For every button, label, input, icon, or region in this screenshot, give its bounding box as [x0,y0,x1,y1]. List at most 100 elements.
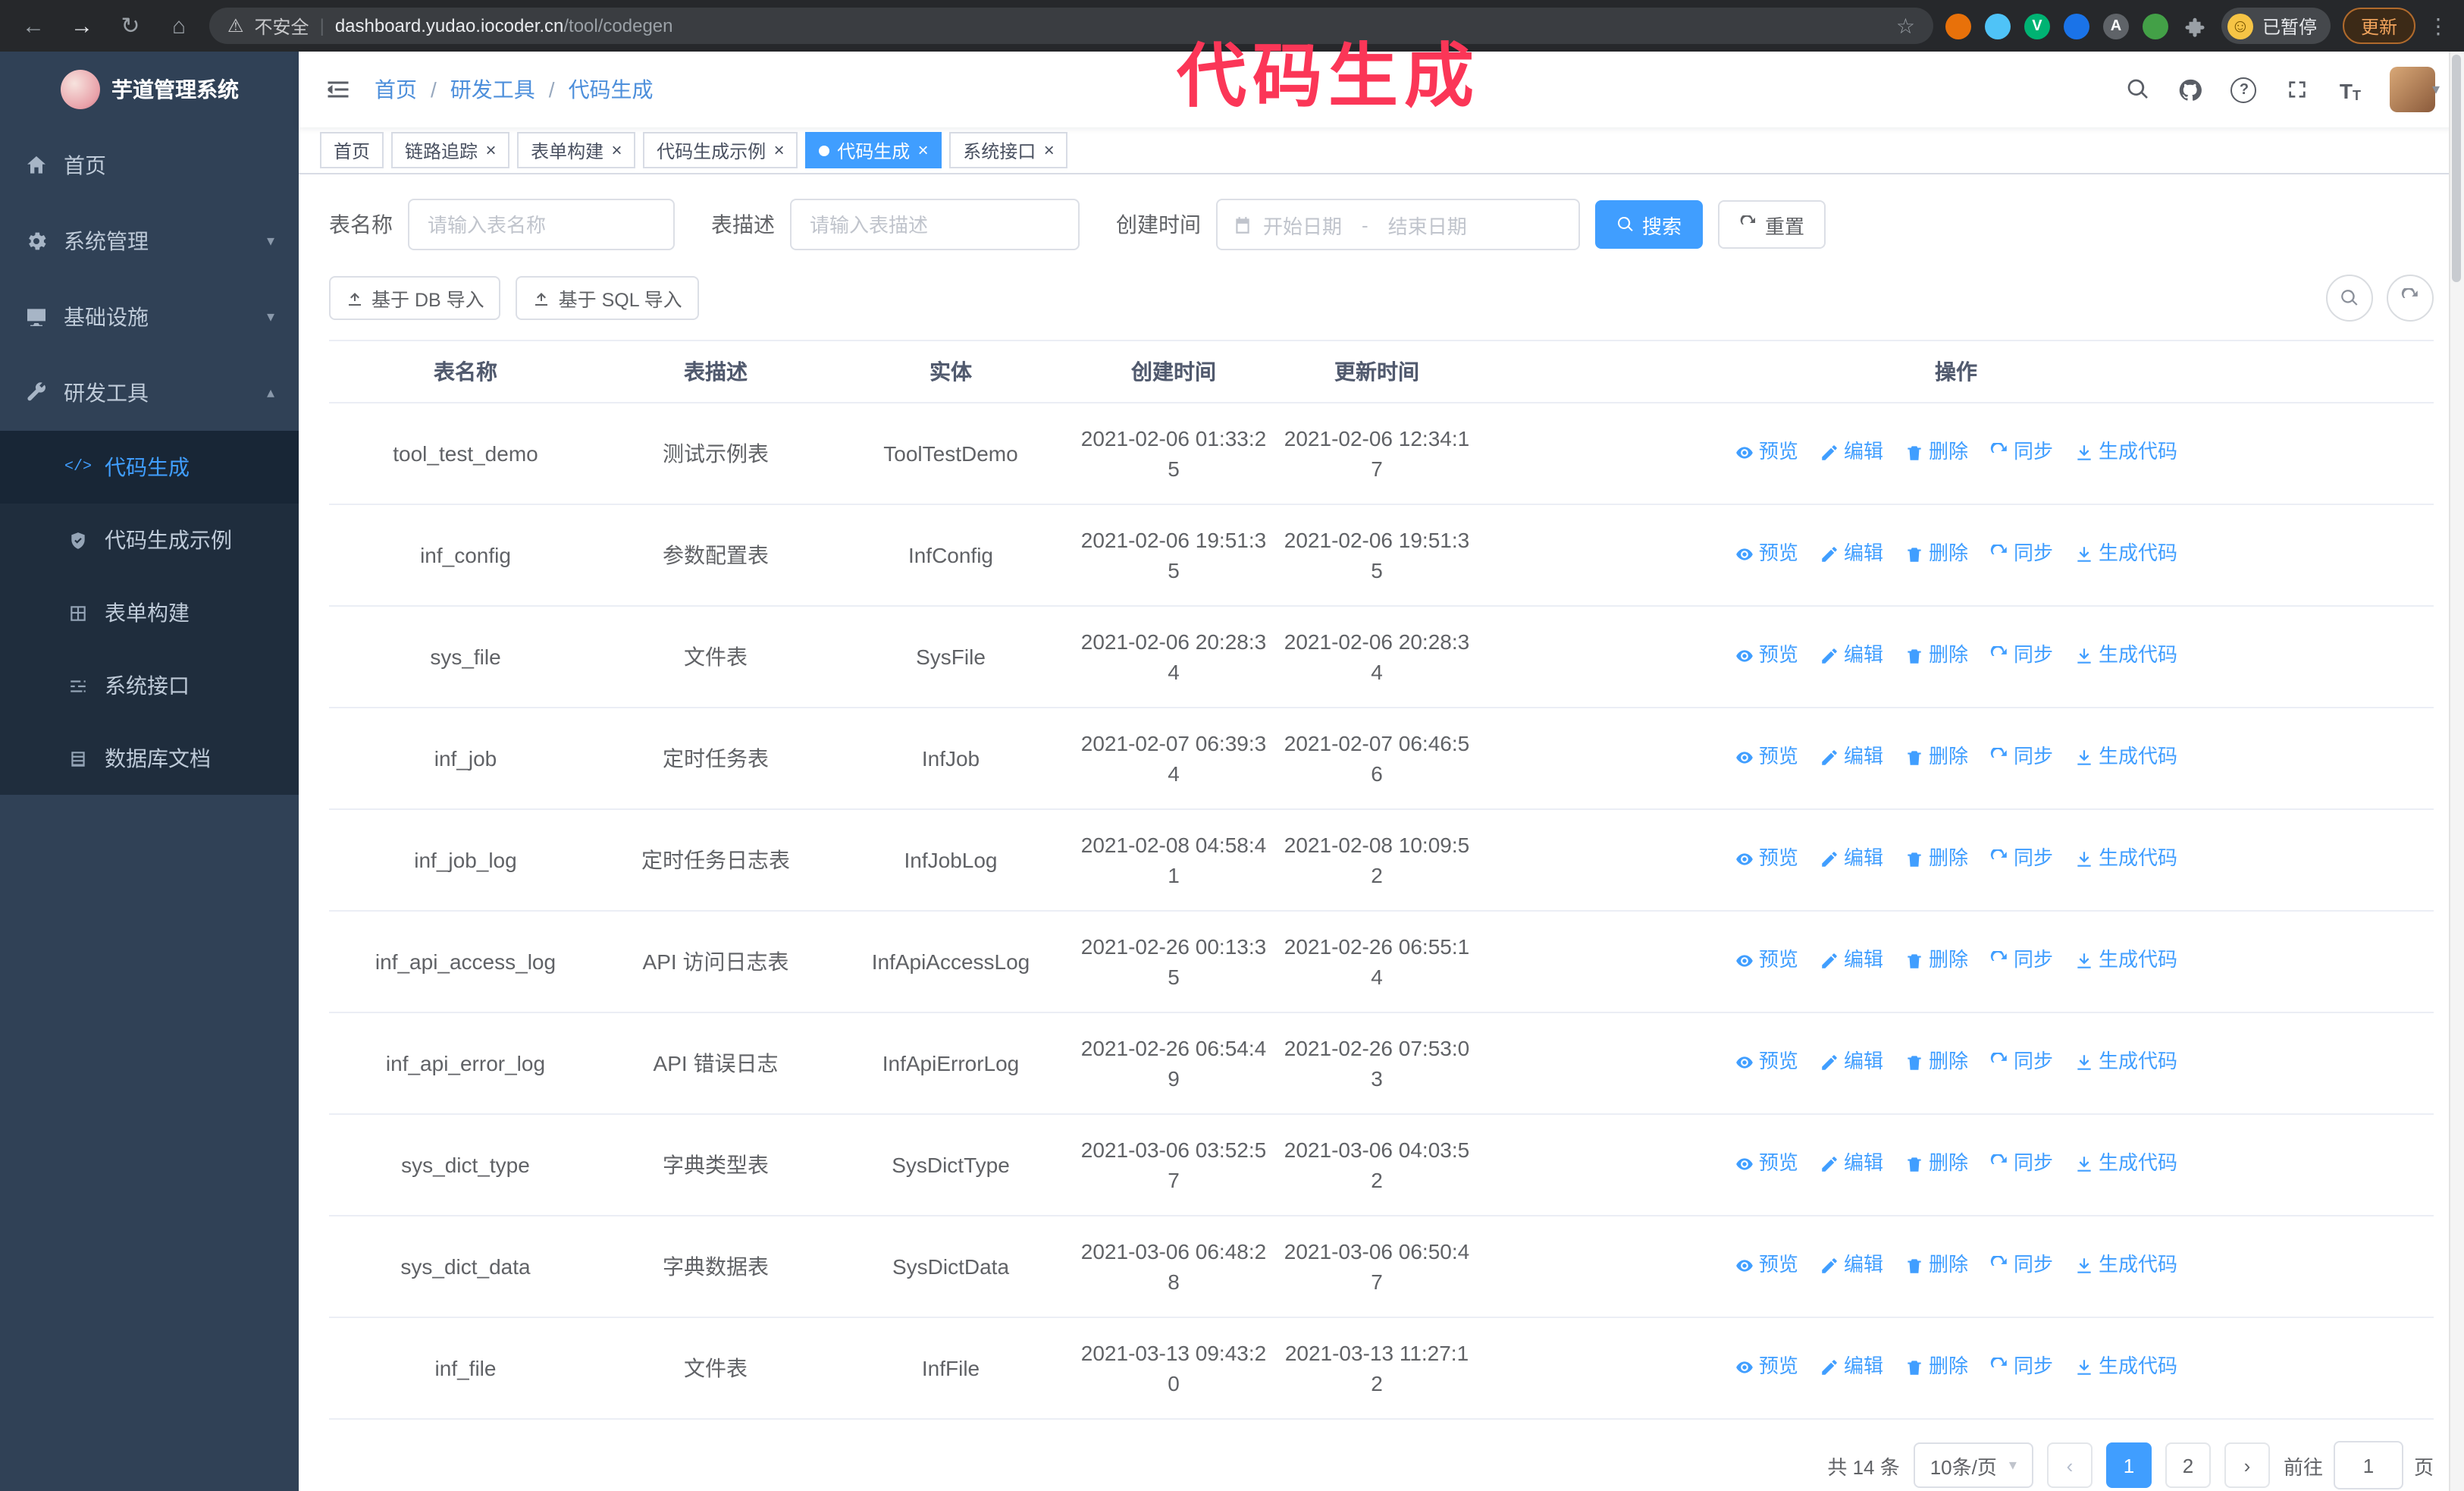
preview-action-link[interactable]: 预览 [1735,1352,1798,1383]
hamburger-icon[interactable] [323,74,353,105]
refresh-table-button[interactable] [2387,275,2434,322]
sidebar-item-codegen-example[interactable]: 代码生成示例 [0,504,299,576]
tab-close-icon[interactable]: × [611,141,622,159]
tab-close-icon[interactable]: × [773,141,784,159]
preview-action-link[interactable]: 预览 [1735,438,1798,468]
browser-home-button[interactable]: ⌂ [161,8,197,44]
preview-action-link[interactable]: 预览 [1735,742,1798,773]
preview-action-link[interactable]: 预览 [1735,1047,1798,1078]
page-button-2[interactable]: 2 [2165,1442,2211,1488]
sync-action-link[interactable]: 同步 [1989,1047,2053,1078]
sync-action-link[interactable]: 同步 [1989,742,2053,773]
address-bar[interactable]: ⚠ 不安全 | dashboard.yudao.iocoder.cn/tool/… [209,8,1933,44]
browser-update-button[interactable]: 更新 [2342,8,2415,44]
sidebar-item-infra[interactable]: 基础设施 ▾ [0,279,299,355]
page-scrollbar[interactable] [2449,52,2464,1491]
delete-action-link[interactable]: 删除 [1904,742,1968,773]
fullscreen-icon[interactable] [2284,76,2311,103]
date-range-picker[interactable]: 开始日期 - 结束日期 [1216,199,1580,250]
preview-action-link[interactable]: 预览 [1735,641,1798,671]
edit-action-link[interactable]: 编辑 [1820,1352,1883,1383]
help-icon[interactable]: ? [2230,76,2258,103]
sidebar-item-system[interactable]: 系统管理 ▾ [0,203,299,279]
preview-action-link[interactable]: 预览 [1735,1149,1798,1179]
sync-action-link[interactable]: 同步 [1989,1352,2053,1383]
browser-profile-chip[interactable]: ☺ 已暂停 [2221,8,2331,44]
tab-代码生成[interactable]: 代码生成 × [805,132,942,168]
logo[interactable]: 芋道管理系统 [0,52,299,127]
table-desc-input[interactable] [790,199,1080,250]
generate-action-link[interactable]: 生成代码 [2074,1352,2177,1383]
user-menu[interactable]: ▾ [2389,67,2440,112]
preview-action-link[interactable]: 预览 [1735,946,1798,976]
sync-action-link[interactable]: 同步 [1989,1149,2053,1179]
browser-refresh-button[interactable]: ↻ [112,8,149,44]
tab-close-icon[interactable]: × [917,141,928,159]
delete-action-link[interactable]: 删除 [1904,438,1968,468]
puzzle-extensions-icon[interactable] [2182,12,2209,39]
generate-action-link[interactable]: 生成代码 [2074,1251,2177,1281]
next-page-button[interactable]: › [2224,1442,2270,1488]
edit-action-link[interactable]: 编辑 [1820,742,1883,773]
search-icon[interactable] [2124,76,2152,103]
tab-系统接口[interactable]: 系统接口 × [949,132,1068,168]
edit-action-link[interactable]: 编辑 [1820,438,1883,468]
search-button[interactable]: 搜索 [1595,200,1704,249]
table-name-input[interactable] [408,199,675,250]
goto-page-input[interactable] [2333,1441,2403,1489]
tab-首页[interactable]: 首页 [320,132,384,168]
tab-链路追踪[interactable]: 链路追踪 × [391,132,510,168]
generate-action-link[interactable]: 生成代码 [2074,1149,2177,1179]
delete-action-link[interactable]: 删除 [1904,539,1968,570]
tab-close-icon[interactable]: × [1043,141,1054,159]
bookmark-star-icon[interactable]: ☆ [1896,13,1915,39]
preview-action-link[interactable]: 预览 [1735,539,1798,570]
sync-action-link[interactable]: 同步 [1989,641,2053,671]
generate-action-link[interactable]: 生成代码 [2074,539,2177,570]
extension-icon[interactable]: A [2102,13,2129,39]
sidebar-item-form-builder[interactable]: 表单构建 [0,576,299,649]
generate-action-link[interactable]: 生成代码 [2074,946,2177,976]
hide-search-button[interactable] [2326,275,2373,322]
sidebar-item-devtools[interactable]: 研发工具 ▴ [0,355,299,431]
extension-icon[interactable] [1984,13,2011,39]
sync-action-link[interactable]: 同步 [1989,1251,2053,1281]
font-size-icon[interactable]: TT [2337,76,2364,103]
delete-action-link[interactable]: 删除 [1904,641,1968,671]
page-button-1[interactable]: 1 [2105,1442,2152,1488]
tab-close-icon[interactable]: × [485,141,496,159]
delete-action-link[interactable]: 删除 [1904,946,1968,976]
scrollbar-thumb[interactable] [2452,55,2461,282]
browser-back-button[interactable]: ← [15,8,52,44]
preview-action-link[interactable]: 预览 [1735,1251,1798,1281]
sidebar-item-api[interactable]: 系统接口 [0,649,299,722]
sync-action-link[interactable]: 同步 [1989,438,2053,468]
extension-icon[interactable] [2142,13,2168,39]
github-icon[interactable] [2177,76,2205,103]
delete-action-link[interactable]: 删除 [1904,844,1968,874]
edit-action-link[interactable]: 编辑 [1820,1047,1883,1078]
page-size-select[interactable]: 10条/页 ▾ [1913,1442,2033,1488]
edit-action-link[interactable]: 编辑 [1820,1251,1883,1281]
delete-action-link[interactable]: 删除 [1904,1251,1968,1281]
sidebar-item-db-doc[interactable]: 数据库文档 [0,722,299,795]
generate-action-link[interactable]: 生成代码 [2074,1047,2177,1078]
edit-action-link[interactable]: 编辑 [1820,844,1883,874]
delete-action-link[interactable]: 删除 [1904,1149,1968,1179]
delete-action-link[interactable]: 删除 [1904,1047,1968,1078]
sidebar-item-codegen[interactable]: </> 代码生成 [0,431,299,504]
generate-action-link[interactable]: 生成代码 [2074,438,2177,468]
generate-action-link[interactable]: 生成代码 [2074,742,2177,773]
delete-action-link[interactable]: 删除 [1904,1352,1968,1383]
extension-icon[interactable]: V [2024,13,2050,39]
tab-代码生成示例[interactable]: 代码生成示例 × [643,132,798,168]
import-sql-button[interactable]: 基于 SQL 导入 [516,276,699,320]
generate-action-link[interactable]: 生成代码 [2074,844,2177,874]
browser-forward-button[interactable]: → [64,8,100,44]
breadcrumb-devtools[interactable]: 研发工具 [450,74,535,105]
sidebar-item-home[interactable]: 首页 [0,127,299,203]
edit-action-link[interactable]: 编辑 [1820,946,1883,976]
sync-action-link[interactable]: 同步 [1989,844,2053,874]
edit-action-link[interactable]: 编辑 [1820,641,1883,671]
sync-action-link[interactable]: 同步 [1989,539,2053,570]
